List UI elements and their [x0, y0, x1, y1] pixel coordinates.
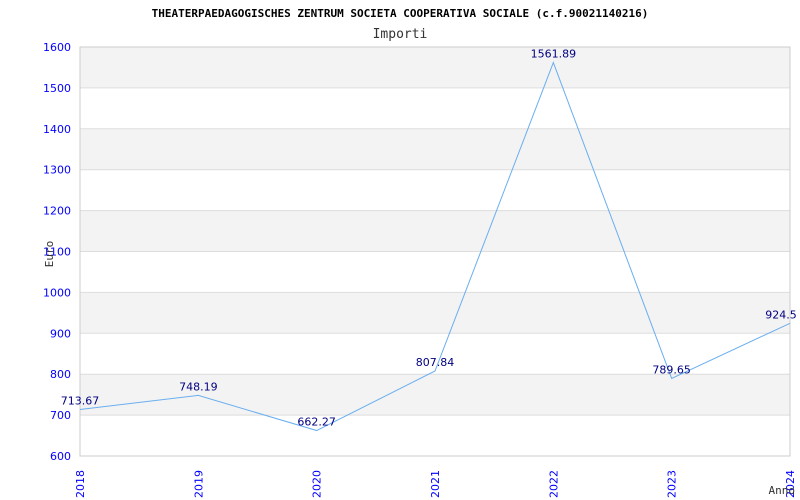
x-tick-label: 2022 [547, 470, 560, 498]
data-label: 748.19 [179, 380, 218, 393]
data-label: 713.67 [61, 395, 100, 408]
x-tick-label: 2021 [429, 470, 442, 498]
y-tick-label: 1500 [43, 82, 71, 95]
x-tick-label: 2020 [311, 470, 324, 498]
x-axis-label: Anno [769, 484, 796, 497]
y-tick-label: 600 [50, 450, 71, 463]
chart-title: THEATERPAEDAGOGISCHES ZENTRUM SOCIETA CO… [152, 7, 649, 20]
y-tick-label: 1300 [43, 164, 71, 177]
y-tick-label: 1200 [43, 205, 71, 218]
x-tick-label: 2023 [666, 470, 679, 498]
y-tick-label: 1000 [43, 286, 71, 299]
x-tick-label: 2018 [74, 470, 87, 498]
grid-band [80, 292, 790, 334]
line-chart: THEATERPAEDAGOGISCHES ZENTRUM SOCIETA CO… [43, 7, 797, 498]
grid-band [80, 47, 790, 88]
data-label: 662.27 [297, 416, 336, 429]
y-tick-label: 800 [50, 368, 71, 381]
data-label: 807.84 [416, 356, 455, 369]
y-tick-label: 1600 [43, 41, 71, 54]
chart-subtitle: Importi [373, 27, 428, 42]
y-tick-label: 900 [50, 327, 71, 340]
data-label: 1561.89 [531, 48, 577, 61]
grid-band [80, 128, 790, 170]
x-tick-label: 2019 [192, 470, 205, 498]
y-axis-label: Euro [43, 241, 56, 268]
data-label: 924.5 [765, 308, 797, 321]
grid-band [80, 210, 790, 252]
data-label: 789.65 [652, 363, 691, 376]
y-tick-label: 1400 [43, 123, 71, 136]
y-tick-label: 700 [50, 409, 71, 422]
